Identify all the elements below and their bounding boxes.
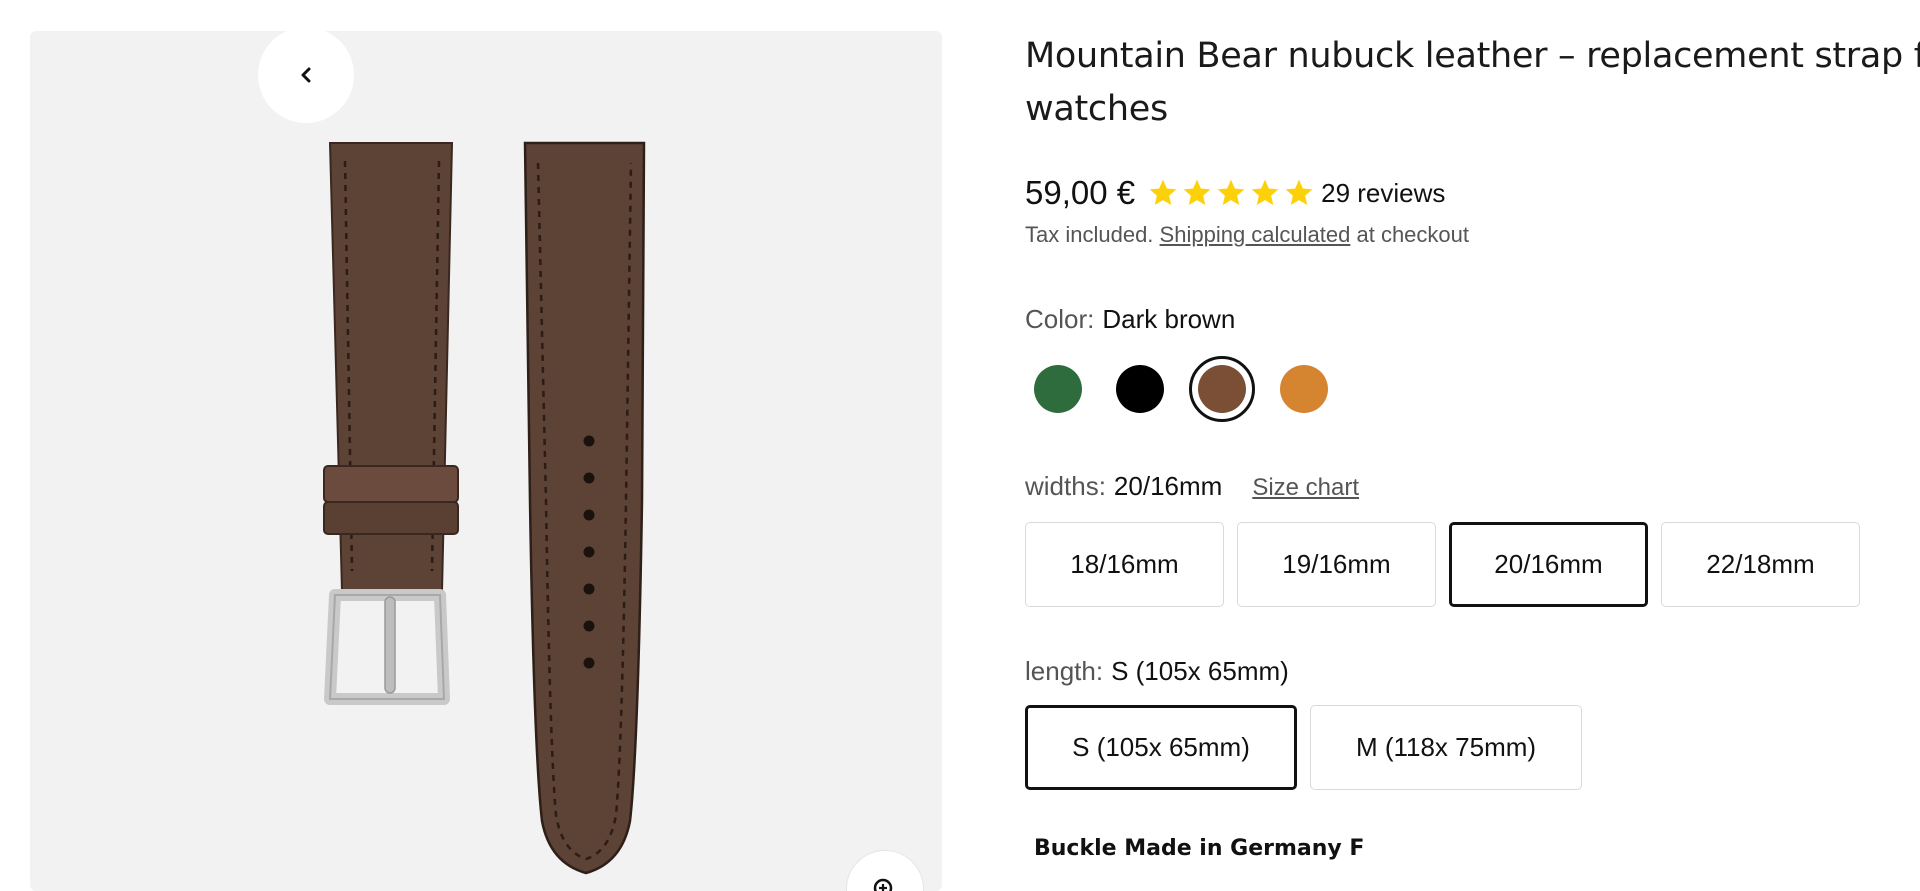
star-icon: [1183, 179, 1211, 205]
color-swatches: [1025, 356, 1353, 422]
star-icon: [1285, 179, 1313, 205]
swatch-color-dot: [1280, 365, 1328, 413]
swatch-color-dot: [1116, 365, 1164, 413]
shipping-link[interactable]: Shipping calculated: [1160, 222, 1351, 247]
zoom-in-icon: [873, 878, 893, 891]
width-option[interactable]: 22/18mm: [1661, 522, 1860, 607]
color-swatch-black[interactable]: [1107, 356, 1173, 422]
product-image: [323, 141, 646, 875]
color-swatch-green[interactable]: [1025, 356, 1091, 422]
color-option-label: Color: Dark brown: [1025, 304, 1235, 335]
swatch-color-dot: [1034, 365, 1082, 413]
chevron-left-icon: [301, 67, 311, 83]
buckle-heading: Buckle Made in Germany F: [1034, 836, 1365, 861]
width-label: widths:: [1025, 471, 1106, 501]
product-gallery: [30, 31, 942, 891]
width-option-label: widths: 20/16mm Size chart: [1025, 471, 1359, 502]
length-option[interactable]: S (105x 65mm): [1025, 705, 1297, 790]
previous-image-button[interactable]: [258, 31, 354, 123]
rating-stars[interactable]: [1147, 177, 1315, 209]
length-label: length:: [1025, 656, 1104, 686]
product-title: Mountain Bear nubuck leather – replaceme…: [1025, 36, 1920, 129]
width-options: 18/16mm 19/16mm 20/16mm 22/18mm: [1025, 522, 1860, 607]
product-price: 59,00 €: [1025, 174, 1136, 211]
tax-included-text: Tax included.: [1025, 222, 1154, 247]
length-selected-value: S (105x 65mm): [1111, 656, 1289, 686]
width-selected-value: 20/16mm: [1113, 471, 1223, 501]
length-option[interactable]: M (118x 75mm): [1310, 705, 1582, 790]
star-icon: [1217, 179, 1245, 205]
width-option[interactable]: 20/16mm: [1449, 522, 1648, 607]
swatch-color-dot: [1198, 365, 1246, 413]
star-icon: [1251, 179, 1279, 205]
color-selected-value: Dark brown: [1102, 304, 1236, 334]
tax-suffix-text: at checkout: [1356, 222, 1469, 247]
length-options: S (105x 65mm) M (118x 75mm): [1025, 705, 1582, 790]
price-row: 59,00 € 29 reviews: [1025, 168, 1445, 218]
width-option[interactable]: 19/16mm: [1237, 522, 1436, 607]
width-option[interactable]: 18/16mm: [1025, 522, 1224, 607]
color-swatch-orange[interactable]: [1271, 356, 1337, 422]
product-info: Mountain Bear nubuck leather – replaceme…: [1025, 0, 1920, 863]
tax-note: Tax included. Shipping calculated at che…: [1025, 222, 1469, 248]
color-swatch-dark-brown[interactable]: [1189, 356, 1255, 422]
length-option-label: length: S (105x 65mm): [1025, 656, 1289, 687]
reviews-link[interactable]: 29 reviews: [1321, 178, 1445, 209]
star-icon: [1149, 179, 1177, 205]
size-chart-link[interactable]: Size chart: [1252, 474, 1359, 502]
color-label: Color:: [1025, 304, 1095, 334]
